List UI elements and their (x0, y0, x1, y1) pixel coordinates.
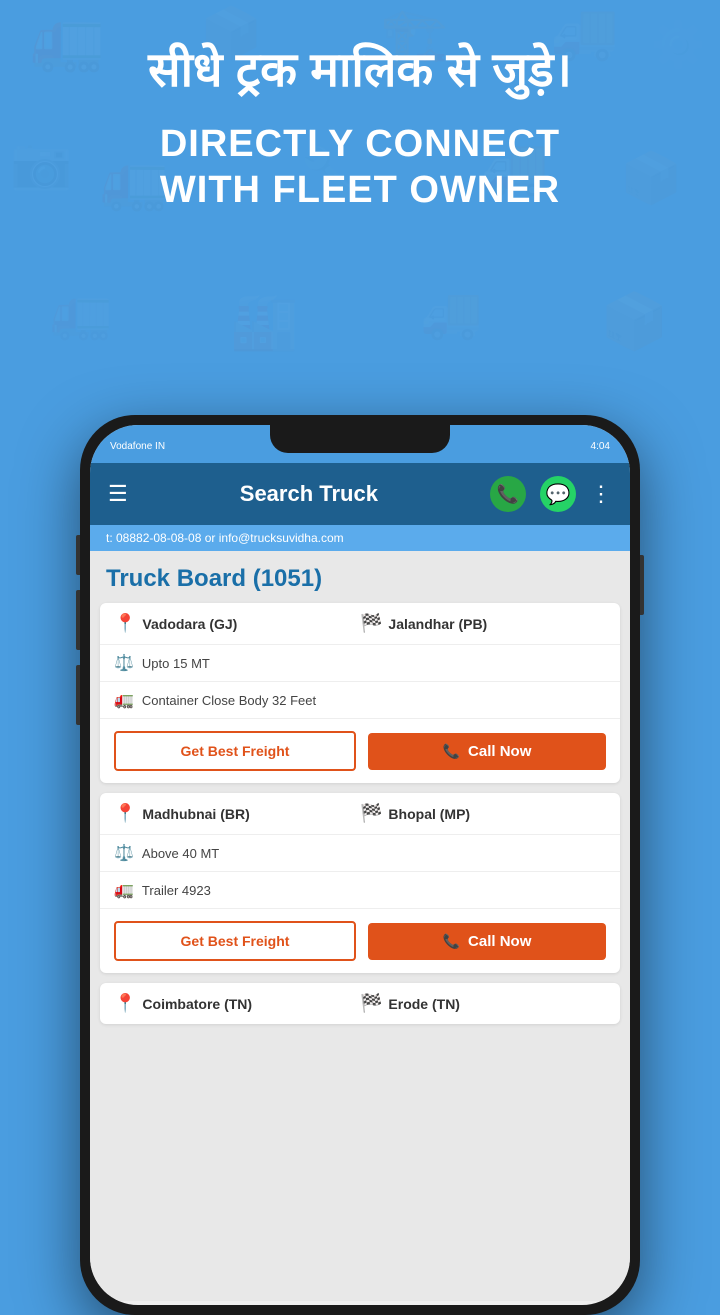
app-bar: ☰ Search Truck 📞 💬 ⋮ (90, 463, 630, 525)
silent-button (76, 665, 80, 725)
card-1-vehicle: 🚛 Container Close Body 32 Feet (100, 682, 620, 719)
location-pair-2: 📍 Madhubnai (BR) 🏁 Bhopal (MP) (114, 803, 606, 824)
svg-text:🏭: 🏭 (230, 290, 298, 353)
phone-outer-shell: Vodafone IN 4:04 ☰ Search Truck 📞 💬 ⋮ t:… (80, 415, 640, 1315)
call-button-phone-icon: 📞 (443, 743, 460, 760)
carrier-text: Vodafone IN (110, 441, 165, 452)
get-best-freight-button-2[interactable]: Get Best Freight (114, 921, 356, 961)
weight-text-2: Above 40 MT (142, 846, 219, 861)
location-pair-3: 📍 Coimbatore (TN) 🏁 Erode (TN) (114, 993, 606, 1014)
card-2-locations: 📍 Madhubnai (BR) 🏁 Bhopal (MP) (100, 793, 620, 835)
vehicle-type-text: Container Close Body 32 Feet (142, 693, 316, 708)
to-location-icon: 🏁 (360, 613, 382, 634)
to-location-2: 🏁 Bhopal (MP) (360, 803, 606, 824)
card-1-locations: 📍 Vadodara (GJ) 🏁 Jalandhar (PB) (100, 603, 620, 645)
card-2-actions: Get Best Freight 📞 Call Now (100, 909, 620, 973)
weight-icon-2: ⚖️ (114, 843, 134, 863)
weight-text: Upto 15 MT (142, 656, 210, 671)
card-1-weight: ⚖️ Upto 15 MT (100, 645, 620, 682)
call-now-label-2: Call Now (468, 933, 531, 950)
info-banner: t: 08882-08-08-08 or info@trucksuvidha.c… (90, 525, 630, 551)
to-city-text-3: Erode (TN) (388, 996, 460, 1012)
card-1-actions: Get Best Freight 📞 Call Now (100, 719, 620, 783)
svg-text:📦: 📦 (600, 290, 668, 353)
from-city-text-2: Madhubnai (BR) (142, 806, 249, 822)
hamburger-menu-icon[interactable]: ☰ (108, 481, 128, 507)
from-location-2: 📍 Madhubnai (BR) (114, 803, 360, 824)
truck-type-icon-2: 🚛 (114, 880, 134, 900)
app-bar-actions: 📞 💬 ⋮ (490, 476, 612, 512)
hero-section: सीधे ट्रक मालिक से जुड़े। DIRECTLY CONNE… (0, 0, 720, 234)
truck-type-icon: 🚛 (114, 690, 134, 710)
vehicle-type-text-2: Trailer 4923 (142, 883, 211, 898)
svg-text:🚚: 🚚 (420, 285, 482, 341)
truck-card-3-partial: 📍 Coimbatore (TN) 🏁 Erode (TN) (100, 983, 620, 1024)
volume-down-button (76, 590, 80, 650)
board-title: Truck Board (1051) (90, 551, 630, 603)
card-2-vehicle: 🚛 Trailer 4923 (100, 872, 620, 909)
content-area: Truck Board (1051) 📍 Vadodara (GJ) 🏁 Jal… (90, 551, 630, 1301)
phone-mockup: Vodafone IN 4:04 ☰ Search Truck 📞 💬 ⋮ t:… (80, 415, 640, 1315)
power-button (640, 555, 644, 615)
card-3-locations: 📍 Coimbatore (TN) 🏁 Erode (TN) (100, 983, 620, 1024)
to-city-text-2: Bhopal (MP) (388, 806, 470, 822)
from-city-text-3: Coimbatore (TN) (142, 996, 252, 1012)
from-location-icon-2: 📍 (114, 803, 136, 824)
from-location-3: 📍 Coimbatore (TN) (114, 993, 360, 1014)
english-title: DIRECTLY CONNECT WITH FLEET OWNER (60, 122, 660, 213)
truck-card-2: 📍 Madhubnai (BR) 🏁 Bhopal (MP) ⚖️ Above … (100, 793, 620, 973)
to-city-text: Jalandhar (PB) (388, 616, 487, 632)
weight-icon: ⚖️ (114, 653, 134, 673)
volume-up-button (76, 535, 80, 575)
whatsapp-icon[interactable]: 💬 (540, 476, 576, 512)
call-button-phone-icon-2: 📞 (443, 933, 460, 950)
phone-screen: Vodafone IN 4:04 ☰ Search Truck 📞 💬 ⋮ t:… (90, 425, 630, 1305)
from-location-icon: 📍 (114, 613, 136, 634)
location-pair: 📍 Vadodara (GJ) 🏁 Jalandhar (PB) (114, 613, 606, 634)
call-icon[interactable]: 📞 (490, 476, 526, 512)
from-location: 📍 Vadodara (GJ) (114, 613, 360, 634)
call-now-button-1[interactable]: 📞 Call Now (368, 733, 606, 770)
get-best-freight-button-1[interactable]: Get Best Freight (114, 731, 356, 771)
card-2-weight: ⚖️ Above 40 MT (100, 835, 620, 872)
call-now-label-1: Call Now (468, 743, 531, 760)
call-now-button-2[interactable]: 📞 Call Now (368, 923, 606, 960)
phone-notch (270, 425, 450, 453)
time-text: 4:04 (591, 441, 610, 452)
to-location-3: 🏁 Erode (TN) (360, 993, 606, 1014)
to-location-icon-3: 🏁 (360, 993, 382, 1014)
from-location-icon-3: 📍 (114, 993, 136, 1014)
to-location-icon-2: 🏁 (360, 803, 382, 824)
svg-text:🚛: 🚛 (50, 285, 112, 341)
hindi-title: सीधे ट्रक मालिक से जुड़े। (60, 40, 660, 102)
more-options-icon[interactable]: ⋮ (590, 481, 612, 507)
app-title: Search Truck (240, 481, 378, 507)
to-location: 🏁 Jalandhar (PB) (360, 613, 606, 634)
from-city-text: Vadodara (GJ) (142, 616, 237, 632)
truck-card-1: 📍 Vadodara (GJ) 🏁 Jalandhar (PB) ⚖️ Upto… (100, 603, 620, 783)
